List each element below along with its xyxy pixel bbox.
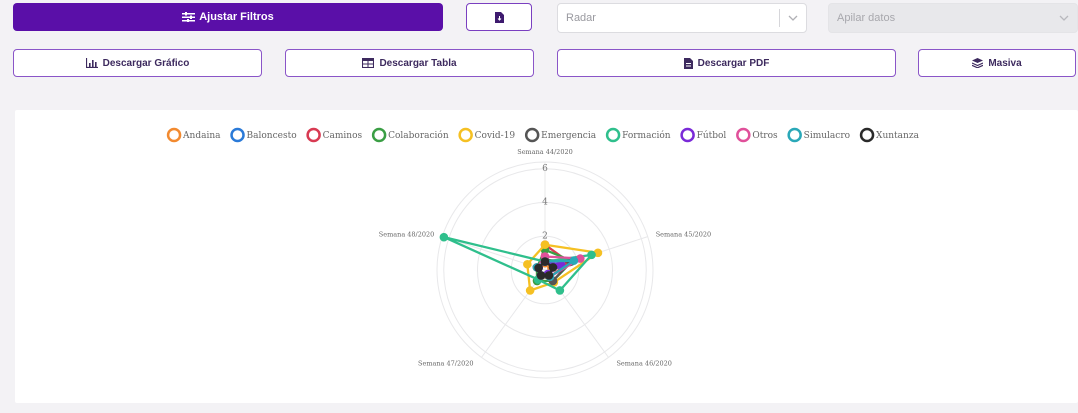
legend-label: Fútbol (697, 130, 727, 141)
tick-label: 2 (542, 231, 548, 241)
filter-sliders-icon (182, 12, 196, 22)
data-point (523, 259, 532, 269)
data-point (534, 263, 543, 273)
data-point (555, 286, 565, 295)
legend-marker (371, 127, 387, 143)
legend-label: Covid-19 (475, 131, 516, 141)
layers-icon (972, 58, 984, 68)
legend-item[interactable]: Formación (605, 127, 671, 143)
legend-marker (230, 127, 245, 143)
chart-bar-icon (85, 58, 98, 68)
data-point (439, 232, 449, 242)
tick-label: 4 (542, 198, 548, 208)
data-point (548, 263, 558, 272)
legend-marker (787, 127, 802, 143)
chevron-down-icon[interactable] (780, 15, 806, 21)
legend-item[interactable]: Andaina (166, 127, 221, 143)
data-point (536, 271, 546, 280)
legend-item[interactable]: Simulacro (787, 127, 850, 143)
data-point (540, 240, 550, 249)
download-pdf-button[interactable]: Descargar PDF (557, 49, 896, 77)
legend-item[interactable]: Otros (736, 127, 778, 143)
download-table-button[interactable]: Descargar Tabla (285, 49, 534, 77)
legend-item[interactable]: Emergencia (524, 127, 597, 143)
axis-label: Semana 47/2020 (418, 359, 473, 367)
chart-type-value: Radar (566, 12, 596, 24)
legend-label: Simulacro (804, 131, 850, 141)
download-chart-button[interactable]: Descargar Gráfico (13, 49, 262, 77)
radar-series (439, 232, 603, 295)
download-chart-label: Descargar Gráfico (102, 57, 190, 69)
data-point (540, 257, 550, 266)
data-point (569, 256, 579, 265)
bulk-button[interactable]: Masiva (918, 49, 1076, 77)
save-file-button[interactable] (466, 3, 532, 31)
stack-data-select[interactable]: Apilar datos (828, 3, 1078, 33)
legend-marker (458, 127, 473, 143)
data-point (587, 250, 596, 260)
legend-marker (605, 127, 621, 143)
legend-label: Andaina (182, 131, 221, 141)
tick-label: 6 (542, 164, 548, 174)
chart-card: Andaina Baloncesto Caminos Colaboración Covi… (15, 110, 1078, 403)
legend-label: Caminos (323, 131, 363, 141)
chart-legend: Andaina Baloncesto Caminos Colaboración Covi… (166, 127, 920, 143)
stack-data-placeholder: Apilar datos (837, 12, 896, 24)
legend-item[interactable]: Colaboración (371, 127, 449, 143)
download-pdf-label: Descargar PDF (697, 57, 770, 69)
bulk-label: Masiva (988, 57, 1022, 69)
adjust-filters-label: Ajustar Filtros (199, 11, 274, 23)
legend-label: Formación (622, 130, 671, 141)
legend-label: Otros (752, 131, 778, 141)
legend-item[interactable]: Baloncesto (230, 127, 297, 143)
adjust-filters-button[interactable]: Ajustar Filtros (13, 3, 443, 31)
legend-marker (306, 127, 321, 143)
legend-label: Colaboración (388, 130, 449, 141)
download-table-label: Descargar Tabla (379, 57, 457, 69)
legend-item[interactable]: Caminos (306, 127, 363, 143)
axis-label: Semana 44/2020 (517, 148, 572, 156)
legend-marker (680, 127, 695, 143)
radar-chart: Andaina Baloncesto Caminos Colaboración Covi… (166, 127, 920, 379)
table-icon (362, 58, 375, 68)
legend-label: Xuntanza (876, 131, 920, 141)
data-point (525, 286, 535, 295)
legend-item[interactable]: Fútbol (680, 127, 727, 143)
legend-item[interactable]: Covid-19 (458, 127, 516, 143)
chevron-down-icon[interactable] (1051, 15, 1077, 21)
pdf-file-icon (683, 57, 693, 69)
legend-item[interactable]: Xuntanza (859, 127, 920, 143)
axis-label: Semana 45/2020 (656, 231, 711, 239)
axis-label: Semana 48/2020 (379, 231, 434, 239)
legend-marker (736, 127, 751, 143)
radar-grid (436, 161, 654, 379)
chart-type-select[interactable]: Radar (557, 3, 807, 33)
file-download-icon (494, 11, 504, 23)
data-point (544, 271, 554, 280)
legend-marker (524, 127, 540, 143)
legend-marker (859, 127, 875, 143)
axis-label: Semana 46/2020 (616, 359, 671, 367)
legend-label: Emergencia (541, 131, 597, 141)
legend-marker (166, 127, 182, 143)
legend-label: Baloncesto (247, 131, 297, 141)
